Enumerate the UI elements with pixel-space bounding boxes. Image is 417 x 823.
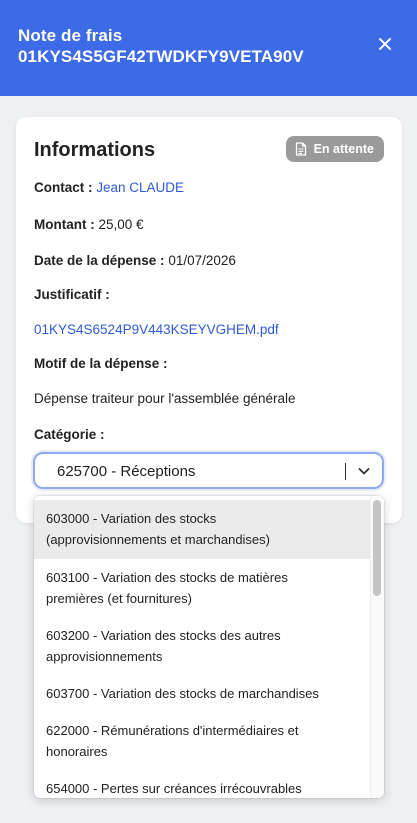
select-separator: [345, 463, 346, 480]
category-label: Catégorie :: [34, 427, 105, 442]
close-button[interactable]: [377, 36, 393, 52]
receipt-file-row: 01KYS4S6524P9V443KSEYVGHEM.pdf: [34, 322, 279, 337]
card-title: Informations: [34, 139, 156, 161]
dropdown-option[interactable]: 622000 - Rémunérations d'intermédiaires …: [34, 712, 370, 770]
receipt-label: Justificatif :: [34, 287, 110, 302]
category-select-value: 625700 - Réceptions: [57, 463, 196, 480]
amount-label: Montant :: [34, 217, 95, 232]
date-value: 01/07/2026: [168, 253, 236, 268]
option-line1: 603700 - Variation des stocks de marchan…: [46, 686, 319, 701]
category-dropdown: 603000 - Variation des stocks (approvisi…: [34, 496, 384, 798]
option-line1: 603100 - Variation des stocks de matière…: [46, 570, 288, 585]
chevron-down-icon[interactable]: [356, 463, 372, 479]
option-line1: 603200 - Variation des stocks des autres: [46, 628, 281, 643]
reason-label: Motif de la dépense :: [34, 356, 168, 371]
reason-value-row: Dépense traiteur pour l'assemblée généra…: [34, 391, 295, 406]
option-line1: 654000 - Pertes sur créances irrécouvrab…: [46, 781, 302, 796]
close-icon: [379, 38, 391, 50]
info-card: Informations En attente Contact : Jean C…: [16, 117, 402, 523]
contact-label: Contact :: [34, 180, 93, 195]
amount-row: Montant : 25,00 €: [34, 217, 144, 232]
contact-link[interactable]: Jean CLAUDE: [96, 180, 184, 195]
option-line2: (approvisionnements et marchandises): [46, 532, 270, 547]
option-line2: premières (et fournitures): [46, 591, 192, 606]
option-line1: 622000 - Rémunérations d'intermédiaires …: [46, 723, 299, 738]
dropdown-option[interactable]: 603700 - Variation des stocks de marchan…: [34, 675, 370, 712]
date-row: Date de la dépense : 01/07/2026: [34, 253, 236, 268]
receipt-file-link[interactable]: 01KYS4S6524P9V443KSEYVGHEM.pdf: [34, 322, 279, 337]
amount-value: 25,00 €: [98, 217, 144, 232]
page-title: Note de frais 01KYS4S5GF42TWDKFY9VETA90V: [18, 25, 399, 67]
option-line2: approvisionnements: [46, 649, 163, 664]
category-label-row: Catégorie :: [34, 427, 105, 442]
dropdown-scroll-thumb[interactable]: [373, 500, 381, 596]
document-icon: [295, 142, 306, 156]
date-label: Date de la dépense :: [34, 253, 165, 268]
reason-value: Dépense traiteur pour l'assemblée généra…: [34, 391, 296, 406]
dropdown-option[interactable]: 603200 - Variation des stocks des autres…: [34, 617, 370, 675]
receipt-label-row: Justificatif :: [34, 287, 110, 302]
status-badge-label: En attente: [313, 142, 374, 156]
option-line2: honoraires: [46, 744, 108, 759]
dropdown-option[interactable]: 603000 - Variation des stocks (approvisi…: [34, 500, 370, 559]
dropdown-option[interactable]: 603100 - Variation des stocks de matière…: [34, 559, 370, 617]
reason-label-row: Motif de la dépense :: [34, 356, 168, 371]
dropdown-option[interactable]: 654000 - Pertes sur créances irrécouvrab…: [34, 770, 370, 798]
page-title-line1: Note de frais: [18, 26, 123, 45]
header: Note de frais 01KYS4S5GF42TWDKFY9VETA90V: [0, 0, 417, 96]
contact-row: Contact : Jean CLAUDE: [34, 180, 184, 195]
dropdown-scrollbar[interactable]: [370, 496, 384, 798]
status-badge: En attente: [285, 136, 384, 162]
option-line1: 603000 - Variation des stocks: [46, 511, 217, 526]
page-title-line2: 01KYS4S5GF42TWDKFY9VETA90V: [18, 47, 304, 66]
category-select[interactable]: 625700 - Réceptions: [33, 452, 384, 489]
